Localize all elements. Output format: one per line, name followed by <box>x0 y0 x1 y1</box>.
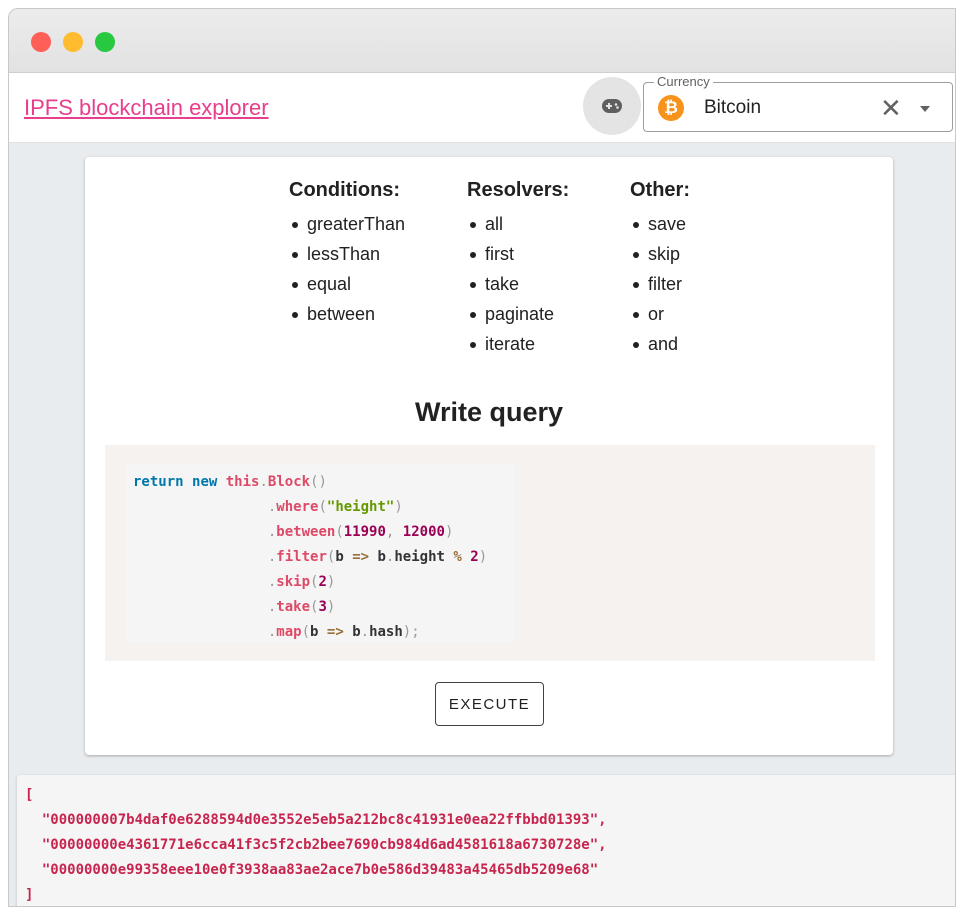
list-item: all <box>467 209 569 239</box>
gamepad-icon <box>602 99 622 113</box>
result-line: "000000007b4daf0e6288594d0e3552e5eb5a212… <box>25 812 607 828</box>
list-item: first <box>467 239 569 269</box>
other-list: save skip filter or and <box>630 209 690 359</box>
app-bar: IPFS blockchain explorer Currency ₿ Bitc… <box>9 73 955 143</box>
result-line: [ <box>25 787 34 803</box>
execute-button[interactable]: EXECUTE <box>435 682 544 726</box>
result-line: ] <box>25 887 34 903</box>
title-bar <box>9 9 955 73</box>
currency-label: Currency <box>654 74 713 90</box>
code-editor[interactable]: return new this.Block() .where("height")… <box>125 464 515 642</box>
list-item: paginate <box>467 299 569 329</box>
resolvers-list: all first take paginate iterate <box>467 209 569 359</box>
code-line: return new this.Block() <box>133 474 327 490</box>
resolvers-column: Resolvers: all first take paginate itera… <box>467 177 569 359</box>
list-item: iterate <box>467 329 569 359</box>
home-link[interactable]: IPFS blockchain explorer <box>24 95 269 121</box>
minimize-window-button[interactable] <box>63 32 83 52</box>
query-title: Write query <box>414 397 564 427</box>
list-item: equal <box>289 269 405 299</box>
clear-icon[interactable]: ✕ <box>880 95 902 121</box>
other-heading: Other: <box>630 179 690 201</box>
currency-select[interactable]: Currency ₿ Bitcoin ✕ <box>643 74 953 132</box>
conditions-column: Conditions: greaterThan lessThan equal b… <box>289 177 405 329</box>
code-line: .skip(2) <box>267 574 336 590</box>
query-editor[interactable]: return new this.Block() .where("height")… <box>105 445 875 661</box>
playground-button[interactable] <box>583 77 641 135</box>
bitcoin-icon: ₿ <box>658 95 684 121</box>
list-item: greaterThan <box>289 209 405 239</box>
resolvers-heading: Resolvers: <box>467 179 570 201</box>
list-item: skip <box>630 239 690 269</box>
list-item: or <box>630 299 690 329</box>
list-item: and <box>630 329 690 359</box>
close-window-button[interactable] <box>31 32 51 52</box>
currency-value: Bitcoin <box>704 97 762 118</box>
list-item: filter <box>630 269 690 299</box>
list-item: between <box>289 299 405 329</box>
code-line: .where("height") <box>267 499 403 515</box>
list-item: save <box>630 209 690 239</box>
code-line: .map(b => b.hash); <box>267 624 420 640</box>
conditions-heading: Conditions: <box>289 179 401 201</box>
query-card: Conditions: greaterThan lessThan equal b… <box>85 157 893 755</box>
list-item: lessThan <box>289 239 405 269</box>
maximize-window-button[interactable] <box>95 32 115 52</box>
result-line: "00000000e4361771e6cca41f3c5f2cb2bee7690… <box>25 837 607 853</box>
list-item: take <box>467 269 569 299</box>
result-line: "00000000e99358eee10e0f3938aa83ae2ace7b0… <box>25 862 599 878</box>
browser-window: IPFS blockchain explorer Currency ₿ Bitc… <box>8 8 956 907</box>
code-line: .take(3) <box>267 599 336 615</box>
code-line: .filter(b => b.height % 2) <box>267 549 488 565</box>
conditions-list: greaterThan lessThan equal between <box>289 209 405 329</box>
code-line: .between(11990, 12000) <box>267 524 454 540</box>
chevron-down-icon[interactable] <box>920 106 930 112</box>
query-result: [ "000000007b4daf0e6288594d0e3552e5eb5a2… <box>17 775 955 906</box>
other-column: Other: save skip filter or and <box>630 177 690 359</box>
